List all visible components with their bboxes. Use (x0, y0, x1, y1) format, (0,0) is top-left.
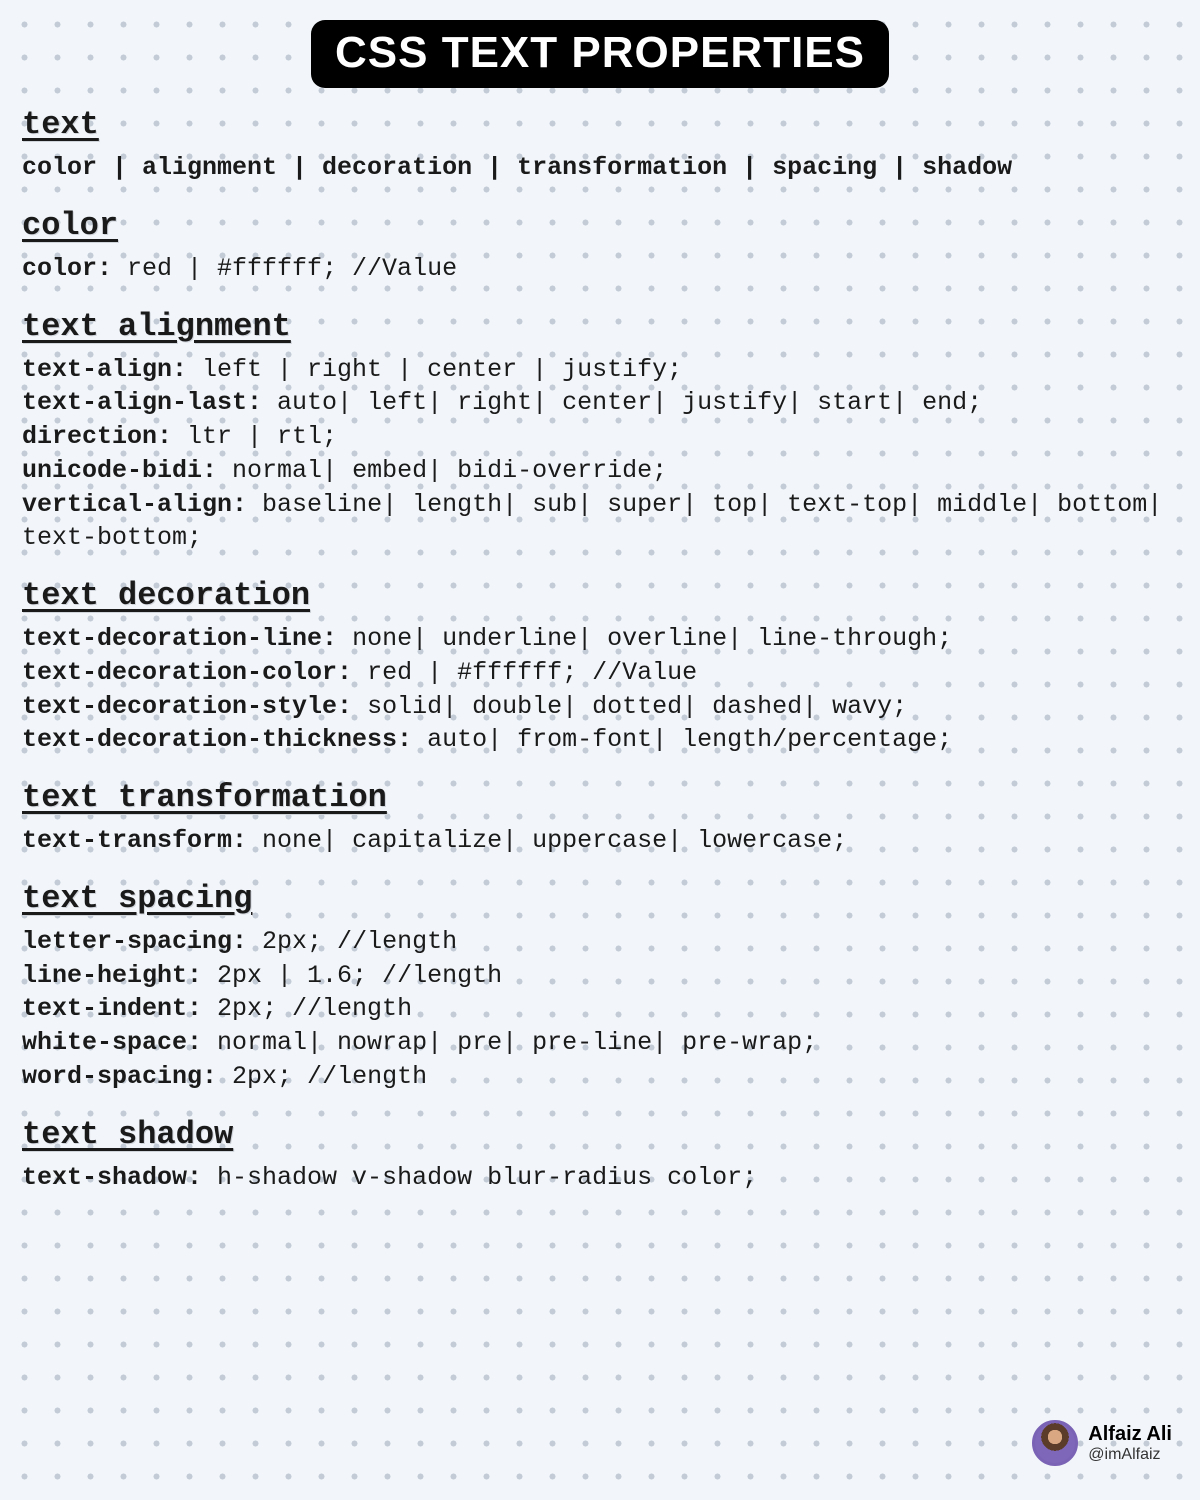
property-line: text-decoration-style: solid| double| do… (22, 690, 1178, 724)
property-values: auto| from-font| length/percentage; (412, 725, 952, 754)
property-values: solid| double| dotted| dashed| wavy; (352, 692, 907, 721)
property-values: normal| embed| bidi-override; (217, 456, 667, 485)
property-name: direction: (22, 422, 172, 451)
property-line: vertical-align: baseline| length| sub| s… (22, 488, 1178, 556)
property-line: text-align: left | right | center | just… (22, 353, 1178, 387)
property-values: ltr | rtl; (172, 422, 337, 451)
property-line: text-shadow: h-shadow v-shadow blur-radi… (22, 1161, 1178, 1195)
property-line: white-space: normal| nowrap| pre| pre-li… (22, 1026, 1178, 1060)
section-heading: text transformation (22, 779, 1178, 816)
attribution-text: Alfaiz Ali @imAlfaiz (1088, 1423, 1172, 1464)
property-name: text-align-last: (22, 388, 262, 417)
section-heading: text decoration (22, 577, 1178, 614)
property-name: vertical-align: (22, 490, 247, 519)
property-line: direction: ltr | rtl; (22, 420, 1178, 454)
property-name: text-transform: (22, 826, 247, 855)
property-name: text-indent: (22, 994, 202, 1023)
property-values: 2px; //length (247, 927, 457, 956)
property-line: text-transform: none| capitalize| upperc… (22, 824, 1178, 858)
intro-heading: text (22, 106, 1178, 143)
page-title: CSS TEXT PROPERTIES (311, 20, 889, 88)
section-heading: color (22, 207, 1178, 244)
property-name: text-decoration-color: (22, 658, 352, 687)
title-container: CSS TEXT PROPERTIES (22, 20, 1178, 88)
property-name: text-decoration-style: (22, 692, 352, 721)
avatar (1032, 1420, 1078, 1466)
property-values: red | #ffffff; //Value (352, 658, 697, 687)
property-line: letter-spacing: 2px; //length (22, 925, 1178, 959)
property-name: text-decoration-line: (22, 624, 337, 653)
property-name: text-align: (22, 355, 187, 384)
property-line: text-indent: 2px; //length (22, 992, 1178, 1026)
property-name: white-space: (22, 1028, 202, 1057)
property-values: left | right | center | justify; (187, 355, 682, 384)
author-name: Alfaiz Ali (1088, 1423, 1172, 1446)
property-values: h-shadow v-shadow blur-radius color; (202, 1163, 757, 1192)
property-line: text-decoration-thickness: auto| from-fo… (22, 723, 1178, 757)
property-line: line-height: 2px | 1.6; //length (22, 959, 1178, 993)
property-line: text-align-last: auto| left| right| cent… (22, 386, 1178, 420)
section-heading: text shadow (22, 1116, 1178, 1153)
property-line: text-decoration-color: red | #ffffff; //… (22, 656, 1178, 690)
property-line: color: red | #ffffff; //Value (22, 252, 1178, 286)
property-name: color: (22, 254, 112, 283)
property-name: unicode-bidi: (22, 456, 217, 485)
property-values: auto| left| right| center| justify| star… (262, 388, 982, 417)
attribution: Alfaiz Ali @imAlfaiz (1032, 1420, 1172, 1466)
property-line: text-decoration-line: none| underline| o… (22, 622, 1178, 656)
property-values: 2px | 1.6; //length (202, 961, 502, 990)
intro-categories: color | alignment | decoration | transfo… (22, 151, 1178, 185)
property-values: red | #ffffff; //Value (112, 254, 457, 283)
property-values: none| underline| overline| line-through; (337, 624, 952, 653)
property-line: unicode-bidi: normal| embed| bidi-overri… (22, 454, 1178, 488)
section-heading: text alignment (22, 308, 1178, 345)
property-name: text-decoration-thickness: (22, 725, 412, 754)
property-values: normal| nowrap| pre| pre-line| pre-wrap; (202, 1028, 817, 1057)
section-heading: text spacing (22, 880, 1178, 917)
property-name: word-spacing: (22, 1062, 217, 1091)
property-name: line-height: (22, 961, 202, 990)
property-name: text-shadow: (22, 1163, 202, 1192)
property-name: letter-spacing: (22, 927, 247, 956)
sections-container: color color: red | #ffffff; //Value text a… (22, 207, 1178, 1195)
author-handle: @imAlfaiz (1088, 1446, 1172, 1464)
property-values: 2px; //length (202, 994, 412, 1023)
property-line: word-spacing: 2px; //length (22, 1060, 1178, 1094)
property-values: 2px; //length (217, 1062, 427, 1091)
property-values: none| capitalize| uppercase| lowercase; (247, 826, 847, 855)
